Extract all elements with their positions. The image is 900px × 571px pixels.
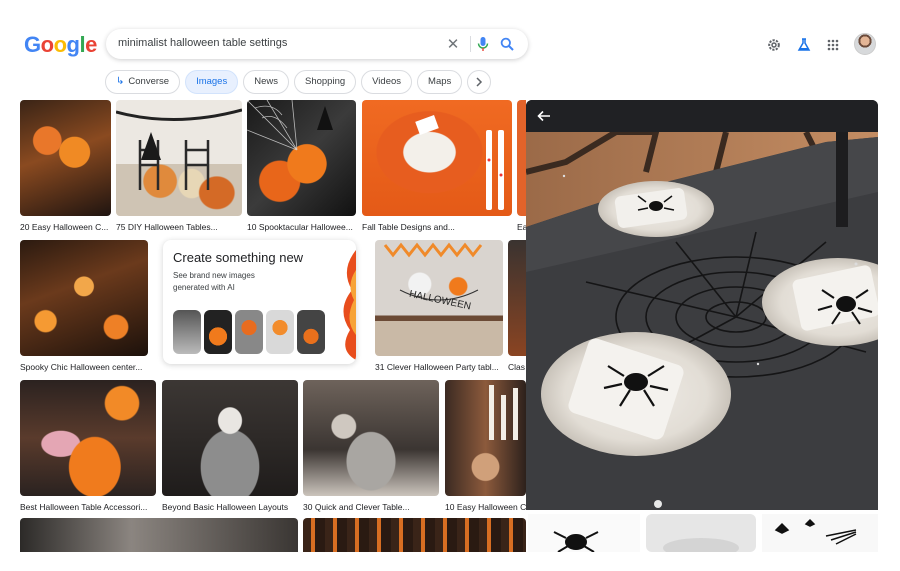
bat-garland-graphic xyxy=(116,108,242,190)
search-divider xyxy=(470,36,471,52)
ai-card-title: Create something new xyxy=(173,250,304,265)
chip-news[interactable]: News xyxy=(243,70,289,94)
result-caption[interactable]: Clas xyxy=(508,362,526,372)
search-box[interactable]: minimalist halloween table settings ✕ xyxy=(106,29,528,59)
clear-icon[interactable]: ✕ xyxy=(444,35,462,53)
result-caption[interactable]: 31 Clever Halloween Party tabl... xyxy=(375,362,503,372)
converse-arrow-icon: ↳ xyxy=(116,76,125,87)
result-caption[interactable]: 20 Easy Halloween C... xyxy=(20,222,111,232)
result-image[interactable] xyxy=(517,100,526,216)
halloween-banner-graphic: HALLOWEEN xyxy=(383,242,483,313)
ai-sample-image xyxy=(297,310,325,354)
result-caption[interactable]: 10 Easy Halloween C xyxy=(445,502,526,512)
result-image[interactable] xyxy=(303,380,439,496)
labs-flask-icon[interactable] xyxy=(793,34,815,56)
filter-chips: ↳ Converse Images News Shopping Videos M… xyxy=(105,70,492,94)
chip-label: Images xyxy=(196,76,228,87)
ai-card-subtitle: See brand new images generated with AI xyxy=(173,271,255,292)
chips-next-button[interactable] xyxy=(467,70,492,94)
preview-toolbar xyxy=(526,100,878,132)
ai-sample-image xyxy=(204,310,232,354)
microphone-icon[interactable] xyxy=(474,35,492,53)
result-image[interactable] xyxy=(20,240,148,356)
settings-gear-icon[interactable] xyxy=(763,34,785,56)
image-preview-panel xyxy=(526,100,878,552)
logo-letter: e xyxy=(85,32,97,57)
result-image[interactable] xyxy=(247,100,356,216)
result-caption[interactable]: Fall Table Designs and... xyxy=(362,222,512,232)
chip-converse[interactable]: ↳ Converse xyxy=(105,70,181,94)
chip-videos[interactable]: Videos xyxy=(361,70,413,94)
cutlery-graphic xyxy=(415,115,504,210)
chevron-right-icon xyxy=(476,77,483,87)
result-caption[interactable]: Spooky Chic Halloween center... xyxy=(20,362,148,372)
chip-label: Shopping xyxy=(304,76,346,87)
google-logo[interactable]: Google xyxy=(24,32,97,58)
result-image[interactable] xyxy=(162,380,298,496)
logo-letter: G xyxy=(24,32,41,57)
ai-sample-image xyxy=(173,310,201,354)
result-image[interactable] xyxy=(445,380,526,496)
result-caption[interactable]: 75 DIY Halloween Tables... xyxy=(116,222,242,232)
result-image[interactable] xyxy=(20,100,111,216)
arrow-left-icon[interactable] xyxy=(536,108,552,124)
result-caption[interactable]: 30 Quick and Clever Table... xyxy=(303,502,439,512)
result-image[interactable] xyxy=(20,380,156,496)
chip-label: Converse xyxy=(128,76,170,87)
logo-letter: o xyxy=(53,32,67,57)
result-caption[interactable]: Beyond Basic Halloween Layouts xyxy=(162,502,298,512)
preview-image[interactable] xyxy=(526,132,878,510)
related-thumbnails[interactable] xyxy=(526,510,878,552)
apps-grid-icon[interactable] xyxy=(822,34,844,56)
chip-shopping[interactable]: Shopping xyxy=(293,70,357,94)
chip-maps[interactable]: Maps xyxy=(417,70,463,94)
ai-card-decoration xyxy=(343,250,356,360)
result-image[interactable] xyxy=(303,518,526,552)
svg-text:HALLOWEEN: HALLOWEEN xyxy=(408,289,472,313)
result-caption[interactable]: Ea xyxy=(517,222,526,232)
result-image[interactable] xyxy=(508,240,526,356)
logo-letter: g xyxy=(66,32,80,57)
candles-graphic xyxy=(489,385,518,440)
chip-label: Maps xyxy=(428,76,452,87)
chip-label: Videos xyxy=(372,76,402,87)
chip-label: News xyxy=(254,76,278,87)
search-icon[interactable] xyxy=(498,35,516,53)
ai-generate-card[interactable]: Create something new See brand new image… xyxy=(163,240,356,364)
account-avatar[interactable] xyxy=(854,33,876,55)
related-images-strip xyxy=(526,510,878,552)
ai-card-image-strip xyxy=(173,310,325,354)
result-image[interactable] xyxy=(362,100,512,216)
chip-images[interactable]: Images xyxy=(185,70,239,94)
result-image[interactable] xyxy=(116,100,242,216)
spider-web-graphic xyxy=(247,100,333,151)
result-caption[interactable]: 10 Spooktacular Hallowee... xyxy=(247,222,356,232)
ai-sample-image xyxy=(235,310,263,354)
logo-letter: o xyxy=(40,32,54,57)
ai-sample-image xyxy=(266,310,294,354)
result-caption[interactable]: Best Halloween Table Accessori... xyxy=(20,502,156,512)
search-input[interactable]: minimalist halloween table settings xyxy=(118,37,287,49)
result-image[interactable]: HALLOWEEN xyxy=(375,240,503,356)
result-image[interactable] xyxy=(20,518,298,552)
